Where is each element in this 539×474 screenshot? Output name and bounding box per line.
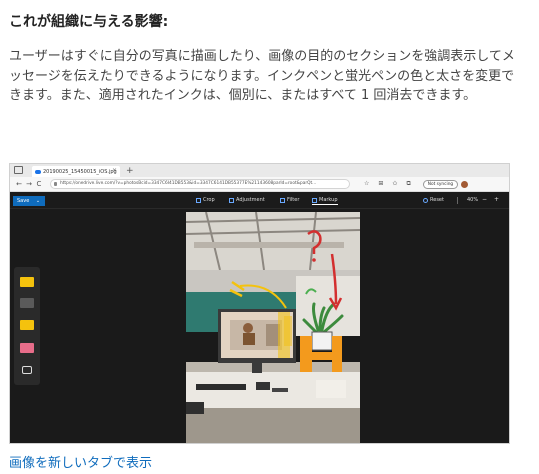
chevron-down-icon: ⌄ — [35, 198, 41, 204]
reset-label: Reset — [430, 197, 444, 203]
collections-icon[interactable]: ⧉ — [406, 180, 410, 188]
zoom-in-button[interactable]: + — [494, 196, 499, 203]
filter-icon — [280, 197, 285, 203]
zoom-level: 40% — [467, 197, 479, 203]
edited-photo[interactable] — [186, 212, 360, 444]
tab-crop[interactable]: Crop — [196, 197, 215, 203]
yellow-highlighter[interactable] — [20, 320, 34, 330]
crop-icon — [196, 197, 201, 203]
eraser-icon[interactable] — [22, 366, 32, 374]
refresh-icon[interactable]: C — [34, 180, 44, 188]
open-image-new-tab-link[interactable]: 画像を新しいタブで表示 — [9, 452, 152, 471]
yellow-pen[interactable] — [20, 277, 34, 287]
back-icon[interactable]: ← — [14, 180, 24, 188]
new-tab-button[interactable]: + — [126, 166, 134, 176]
save-button[interactable]: Save ⌄ — [13, 196, 45, 206]
split-screen-icon[interactable]: ⊞ — [378, 180, 383, 188]
url-text: https://onedrive.live.com/?v=photosBcid=… — [60, 181, 317, 186]
window-icon[interactable] — [14, 166, 23, 174]
tab-title: 20190025_15450015_iOS.jpg — [43, 168, 117, 175]
reset-icon — [423, 197, 428, 203]
profile-avatar[interactable] — [461, 180, 469, 188]
lock-icon — [54, 182, 57, 186]
url-field[interactable]: https://onedrive.live.com/?v=photosBcid=… — [50, 179, 350, 189]
editor-toolbar: Save ⌄ Crop Adjustment Filter Markup Res… — [10, 193, 509, 209]
save-label: Save — [17, 198, 30, 204]
tab-adjustment[interactable]: Adjustment — [229, 197, 265, 203]
pink-highlighter[interactable] — [20, 343, 34, 353]
favorite-icon[interactable]: ☆ — [364, 180, 369, 188]
sync-status-button[interactable]: Not syncing — [422, 179, 459, 189]
body-paragraph: ユーザーはすぐに自分の写真に描画したり、画像の目的のセクションを強調表示してメッ… — [9, 49, 515, 103]
pen-tray — [14, 267, 40, 385]
browser-tab-bar: 20190025_15450015_iOS.jpg × + — [10, 164, 509, 177]
tab-close-icon[interactable]: × — [112, 167, 117, 174]
reset-button[interactable]: Reset — [423, 197, 444, 203]
browser-tab[interactable]: 20190025_15450015_iOS.jpg × — [32, 166, 120, 177]
adjustment-label: Adjustment — [236, 197, 265, 203]
crop-label: Crop — [203, 197, 215, 203]
gray-pen[interactable] — [20, 298, 34, 308]
photo-editor-screenshot[interactable]: 20190025_15450015_iOS.jpg × + ← → C http… — [9, 163, 510, 444]
editor-canvas[interactable] — [10, 210, 509, 444]
zoom-out-button[interactable]: − — [482, 196, 487, 203]
onedrive-icon — [35, 169, 41, 174]
adjustment-icon — [229, 197, 234, 203]
tab-filter[interactable]: Filter — [280, 197, 299, 203]
tab-markup[interactable]: Markup — [312, 197, 338, 205]
favorites-bar-icon[interactable]: ✩ — [392, 180, 397, 188]
filter-label: Filter — [287, 197, 300, 203]
toolbar-divider — [457, 197, 458, 204]
section-heading: これが組織に与える影響: — [9, 14, 169, 30]
forward-icon[interactable]: → — [24, 180, 34, 188]
markup-label: Markup — [319, 197, 338, 203]
markup-icon — [312, 197, 317, 203]
address-bar-row: ← → C https://onedrive.live.com/?v=photo… — [10, 177, 509, 192]
